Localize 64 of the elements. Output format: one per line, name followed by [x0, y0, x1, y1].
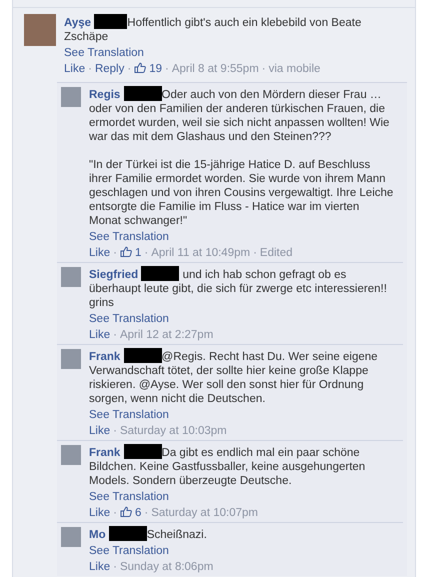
author-name[interactable]: Frank — [89, 351, 120, 363]
see-translation-link[interactable]: See Translation — [89, 543, 394, 559]
comment-text: Frank Da gibt es endlich mal ein paar schöne Bildchen. Keine Gastfussballer, keine ausgehungerten Models. Sondern überzeugte Deutsche. — [89, 444, 394, 488]
like-count: 19 — [149, 63, 162, 75]
comment-text: Ayşe Hoffentlich gibt's auch ein klebebild von Beate Zschäpe — [64, 14, 382, 44]
separator-dot: · — [253, 247, 257, 259]
comment-text: "In der Türkei ist die 15-jährige Hatice D. auf Beschluss ihrer Familie ermordet worden. Sie wurde von ihrem Mann geschlagen und von ihren Cousins vergewaltigt. Ihre Leiche entsorgte die Familie im Fluss - Hatice war im vierten Monat schwanger!" — [89, 158, 394, 228]
redaction-block — [124, 348, 162, 363]
like-link[interactable]: Like — [89, 247, 110, 259]
timestamp: April 12 at 2:27pm — [120, 329, 214, 341]
avatar-photo — [61, 267, 81, 287]
like-link[interactable]: Like — [64, 63, 86, 75]
separator-dot: · — [113, 329, 117, 341]
separator-dot: · — [113, 247, 117, 259]
comment-note: via mobile — [268, 63, 320, 75]
comment-note: Edited — [260, 247, 293, 259]
avatar-photo — [24, 14, 56, 46]
avatar-photo — [61, 87, 81, 107]
timestamp: Saturday at 10:07pm — [151, 507, 258, 519]
timestamp: Saturday at 10:03pm — [120, 425, 227, 437]
redaction-block — [108, 526, 147, 541]
timestamp: April 11 at 10:49pm — [151, 247, 250, 259]
like-count: 1 — [134, 247, 142, 259]
avatar-photo — [61, 527, 81, 547]
separator-dot: · — [144, 507, 148, 519]
comment-text: Frank @Regis. Recht hast Du. Wer seine eigene Verwandschaft tötet, der sollte hier keine große Klappe riskieren. @Ayse. Wer soll den sonst hier für Ordnung sorgen, wenn nicht die Deutschen. — [89, 348, 394, 406]
see-translation-link[interactable]: See Translation — [89, 407, 394, 423]
thumbs-up-icon — [120, 506, 132, 517]
thumbs-up-icon — [120, 246, 132, 257]
timestamp: April 8 at 9:55pm — [172, 63, 259, 75]
see-translation-link[interactable]: See Translation — [64, 45, 382, 61]
redaction-block — [124, 86, 162, 101]
author-name[interactable]: Frank — [89, 447, 120, 459]
timestamp: Sunday at 8:06pm — [120, 561, 214, 573]
separator-dot: · — [165, 63, 169, 75]
reply-link[interactable]: Reply — [94, 63, 124, 75]
like-count: 6 — [134, 507, 142, 519]
like-link[interactable]: Like — [89, 425, 110, 437]
separator-dot: · — [127, 63, 132, 75]
see-translation-link[interactable]: See Translation — [89, 311, 394, 327]
comment-text: Mo Scheißnazi. — [89, 526, 394, 542]
redaction-block — [124, 444, 162, 459]
like-link[interactable]: Like — [89, 507, 110, 519]
comment-text: Siegfried und ich hab schon gefragt ob es überhaupt leute gibt, die sich für zwerge etc interessieren!! grins — [89, 266, 394, 310]
avatar-photo — [61, 445, 81, 465]
separator-dot: · — [144, 247, 148, 259]
author-name[interactable]: Mo — [89, 529, 106, 541]
like-link[interactable]: Like — [89, 561, 110, 573]
separator-dot: · — [113, 425, 117, 437]
separator-dot: · — [113, 561, 117, 573]
author-name[interactable]: Ayşe — [64, 17, 92, 29]
separator-dot: · — [113, 507, 117, 519]
comment-text: Regis Oder auch von den Mördern dieser Frau … oder von den Familien der anderen türkischen Frauen, die ermordet wurden, weil sie sich nicht anpassen wollten! Wie war das mit dem Glashaus und den Steinen??? — [89, 86, 394, 144]
redaction-block — [94, 14, 128, 29]
thumbs-up-icon — [134, 62, 146, 73]
author-name[interactable]: Regis — [89, 89, 120, 101]
separator-dot: · — [88, 63, 92, 75]
like-link[interactable]: Like — [89, 329, 110, 341]
redaction-block — [141, 266, 180, 281]
see-translation-link[interactable]: See Translation — [89, 229, 394, 245]
see-translation-link[interactable]: See Translation — [89, 489, 394, 505]
separator-dot: · — [262, 63, 266, 75]
avatar-photo — [61, 349, 81, 369]
author-name[interactable]: Siegfried — [89, 269, 138, 281]
